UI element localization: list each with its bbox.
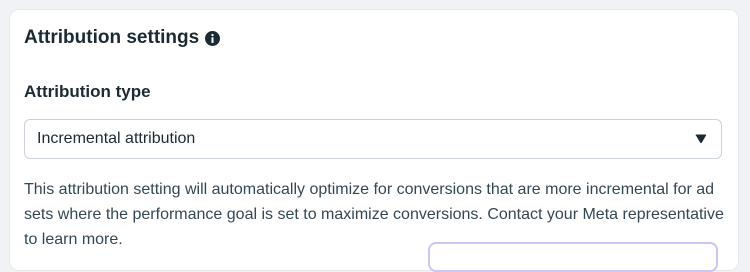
attribution-settings-header: Attribution settings — [24, 27, 221, 49]
attribution-settings-title: Attribution settings — [24, 27, 200, 48]
attribution-type-dropdown[interactable]: Incremental attribution — [24, 119, 722, 159]
caret-down-icon — [695, 134, 707, 144]
attribution-description: This attribution setting will automatica… — [24, 181, 724, 248]
info-circle-icon[interactable] — [205, 30, 221, 46]
attribution-settings-card: Attribution settings Attribution type In… — [10, 10, 738, 272]
attribution-type-label: Attribution type — [24, 82, 151, 101]
attribution-type-selected-value: Incremental attribution — [37, 130, 196, 147]
